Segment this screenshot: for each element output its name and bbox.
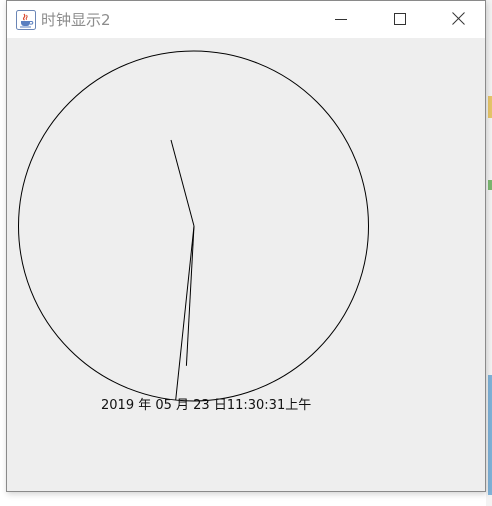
minimize-icon (335, 10, 347, 29)
maximize-button[interactable] (371, 1, 429, 38)
window-title: 时钟显示2 (41, 11, 111, 29)
maximize-icon (394, 10, 406, 29)
desktop-edge-mark (488, 96, 492, 118)
hour-hand (170, 139, 195, 227)
minute-hand (185, 225, 195, 366)
java-coffee-icon (16, 10, 36, 30)
close-icon (451, 10, 465, 29)
close-button[interactable] (429, 1, 487, 38)
clock-panel: 2019 年 05 月 23 日11:30:31上午 (7, 38, 485, 491)
desktop-edge-mark (488, 180, 492, 190)
clock-canvas (18, 50, 369, 402)
title-bar[interactable]: 时钟显示2 (7, 1, 485, 38)
date-time-label: 2019 年 05 月 23 日11:30:31上午 (101, 398, 312, 413)
clock-window: 时钟显示2 2019 年 05 月 23 日11:30:31上午 (6, 0, 486, 492)
desktop-edge-mark (488, 375, 492, 495)
minimize-button[interactable] (312, 1, 370, 38)
second-hand (175, 225, 195, 401)
